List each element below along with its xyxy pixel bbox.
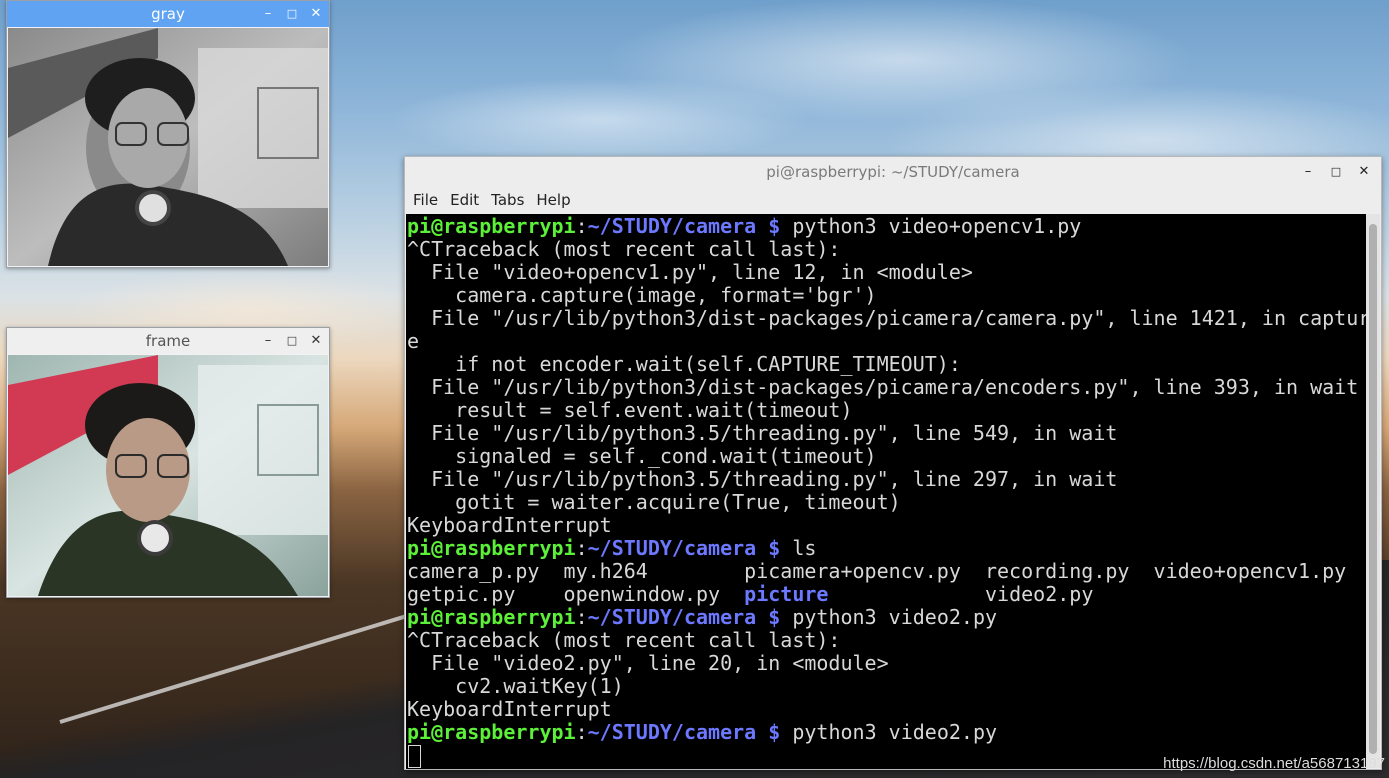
menu-edit[interactable]: Edit	[444, 191, 485, 209]
prompt-dollar: $	[756, 720, 781, 744]
command-text: python3 video2.py	[780, 720, 998, 744]
minimize-icon[interactable]: –	[261, 7, 275, 21]
terminal-line: File "/usr/lib/python3/dist-packages/pic…	[407, 306, 1366, 330]
terminal-line: e	[407, 329, 420, 353]
menu-help[interactable]: Help	[530, 191, 576, 209]
terminal-titlebar[interactable]: pi@raspberrypi: ~/STUDY/camera – □ ✕	[405, 157, 1381, 187]
terminal-window[interactable]: pi@raspberrypi: ~/STUDY/camera – □ ✕ Fil…	[404, 156, 1382, 770]
terminal-line: if not encoder.wait(self.CAPTURE_TIMEOUT…	[407, 352, 961, 376]
frame-window-controls: – □ ✕	[261, 328, 323, 354]
gray-window-controls: – □ ✕	[261, 1, 323, 27]
close-icon[interactable]: ✕	[309, 334, 323, 348]
menu-tabs[interactable]: Tabs	[485, 191, 530, 209]
directory-name: picture	[744, 582, 829, 606]
terminal-line: getpic.py openwindow.py picture video2.p…	[406, 583, 1366, 606]
prompt-path: ~/STUDY/camera	[587, 720, 757, 744]
terminal-menubar: File Edit Tabs Help	[405, 187, 1381, 213]
terminal-line: camera.capture(image, format='bgr')	[407, 283, 877, 307]
terminal-line: pi@raspberrypi:~/STUDY/camera $ python3 …	[406, 606, 1366, 629]
prompt-separator: :	[575, 720, 588, 744]
prompt-separator: :	[575, 605, 588, 629]
terminal-line: File "video2.py", line 20, in <module>	[407, 651, 889, 675]
maximize-icon[interactable]: □	[285, 7, 299, 21]
prompt-path: ~/STUDY/camera	[587, 214, 757, 238]
terminal-window-controls: – □ ✕	[1301, 157, 1371, 187]
prompt-dollar: $	[756, 536, 781, 560]
terminal-line: ^CTraceback (most recent call last):	[407, 237, 841, 261]
minimize-icon[interactable]: –	[1301, 165, 1315, 179]
maximize-icon[interactable]: □	[1329, 165, 1343, 179]
watermark-url: https://blog.csdn.net/a568713197	[1163, 755, 1385, 772]
terminal-line: File "/usr/lib/python3.5/threading.py", …	[407, 421, 1118, 445]
terminal-line: pi@raspberrypi:~/STUDY/camera $ python3 …	[406, 721, 1366, 744]
terminal-cursor	[408, 745, 421, 768]
frame-camera-image	[8, 355, 328, 596]
command-text: python3 video2.py	[780, 605, 998, 629]
close-icon[interactable]: ✕	[1357, 165, 1371, 179]
terminal-line: KeyboardInterrupt	[407, 513, 612, 537]
terminal-line: File "video+opencv1.py", line 12, in <mo…	[407, 260, 973, 284]
terminal-line: result = self.event.wait(timeout)	[407, 398, 853, 422]
frame-window-titlebar[interactable]: frame – □ ✕	[7, 328, 329, 354]
terminal-line: KeyboardInterrupt	[407, 697, 612, 721]
file-listing: video2.py	[828, 582, 1094, 606]
prompt-path: ~/STUDY/camera	[587, 536, 757, 560]
prompt-user: pi@raspberrypi	[407, 605, 576, 629]
terminal-line: gotit = waiter.acquire(True, timeout)	[407, 490, 901, 514]
frame-window[interactable]: frame – □ ✕	[6, 327, 330, 598]
terminal-line: File "/usr/lib/python3/dist-packages/pic…	[407, 375, 1359, 399]
prompt-user: pi@raspberrypi	[407, 720, 576, 744]
terminal-line: File "/usr/lib/python3.5/threading.py", …	[407, 467, 1118, 491]
prompt-dollar: $	[756, 605, 781, 629]
prompt-separator: :	[575, 214, 588, 238]
prompt-path: ~/STUDY/camera	[587, 605, 757, 629]
frame-window-title: frame	[145, 332, 191, 350]
terminal-scrollbar[interactable]	[1366, 214, 1380, 768]
gray-window-title: gray	[151, 5, 185, 23]
gray-camera-image	[8, 28, 328, 266]
terminal-line: cv2.waitKey(1)	[407, 674, 624, 698]
menu-file[interactable]: File	[407, 191, 444, 209]
terminal-line: pi@raspberrypi:~/STUDY/camera $ python3 …	[406, 215, 1366, 238]
close-icon[interactable]: ✕	[309, 7, 323, 21]
terminal-line: ^CTraceback (most recent call last):	[407, 628, 841, 652]
prompt-user: pi@raspberrypi	[407, 536, 576, 560]
prompt-dollar: $	[756, 214, 781, 238]
file-listing: getpic.py openwindow.py	[407, 582, 745, 606]
maximize-icon[interactable]: □	[285, 334, 299, 348]
terminal-output[interactable]: pi@raspberrypi:~/STUDY/camera $ python3 …	[406, 214, 1366, 769]
minimize-icon[interactable]: –	[261, 334, 275, 348]
prompt-user: pi@raspberrypi	[407, 214, 576, 238]
terminal-line: pi@raspberrypi:~/STUDY/camera $ ls	[406, 537, 1366, 560]
gray-window-titlebar[interactable]: gray – □ ✕	[7, 1, 329, 27]
terminal-title: pi@raspberrypi: ~/STUDY/camera	[766, 163, 1020, 181]
command-text: python3 video+opencv1.py	[780, 214, 1082, 238]
prompt-separator: :	[575, 536, 588, 560]
terminal-line: signaled = self._cond.wait(timeout)	[407, 444, 877, 468]
terminal-line: camera_p.py my.h264 picamera+opencv.py r…	[407, 559, 1347, 583]
scrollbar-thumb[interactable]	[1369, 224, 1377, 754]
command-text: ls	[780, 536, 817, 560]
gray-window[interactable]: gray – □ ✕	[6, 0, 330, 268]
